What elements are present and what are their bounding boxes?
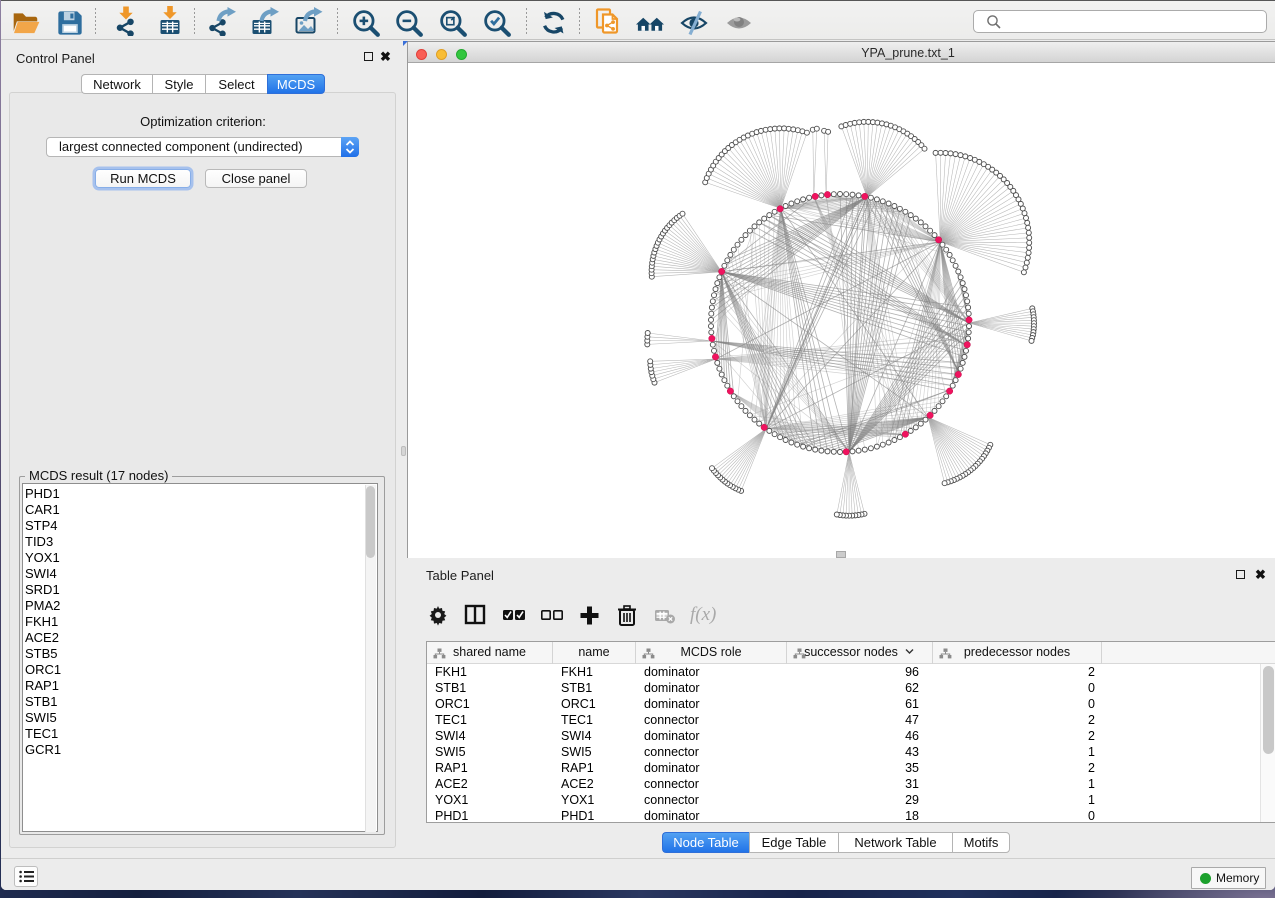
svg-text:f(x): f(x) bbox=[690, 604, 716, 625]
